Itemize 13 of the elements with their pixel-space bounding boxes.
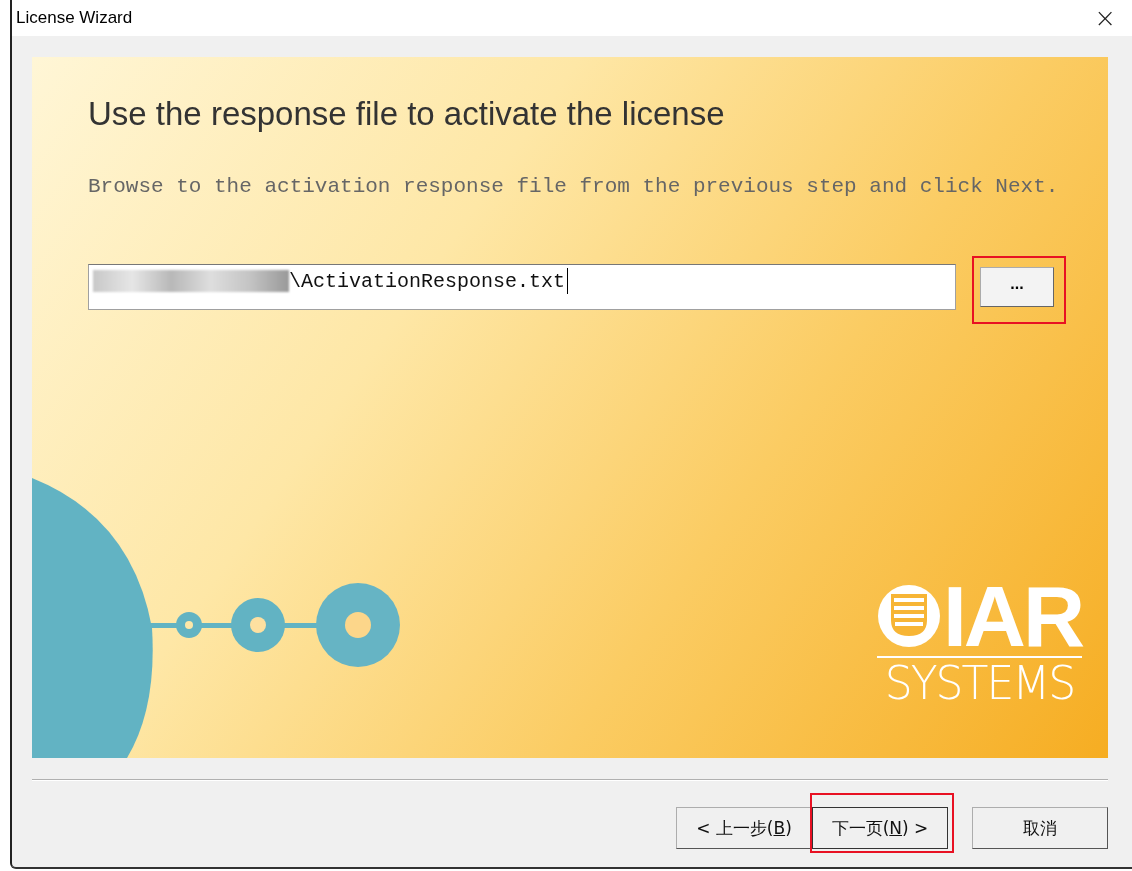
browse-button[interactable]: ... [980,267,1054,307]
wizard-button[interactable]: < 上一步(B) [676,807,812,849]
shield-logo-icon [876,584,941,648]
close-button[interactable]: × [1084,3,1126,33]
logo-wordmark: IAR [942,578,1082,654]
file-path-field[interactable]: \ActivationResponse.txt [88,264,956,310]
field-value: \ActivationResponse.txt [289,269,566,293]
instruction-text: Browse to the activation response file from the previous step and click Next. [88,175,1060,198]
window-title: License Wizard [16,8,133,28]
wizard-button[interactable]: 取消 [972,807,1108,849]
page-heading: Use the response file to activate the license [88,95,726,133]
logo-subtitle: SYSTEMS [884,656,1075,710]
wizard-button[interactable]: 下一页(N) > [812,807,948,849]
